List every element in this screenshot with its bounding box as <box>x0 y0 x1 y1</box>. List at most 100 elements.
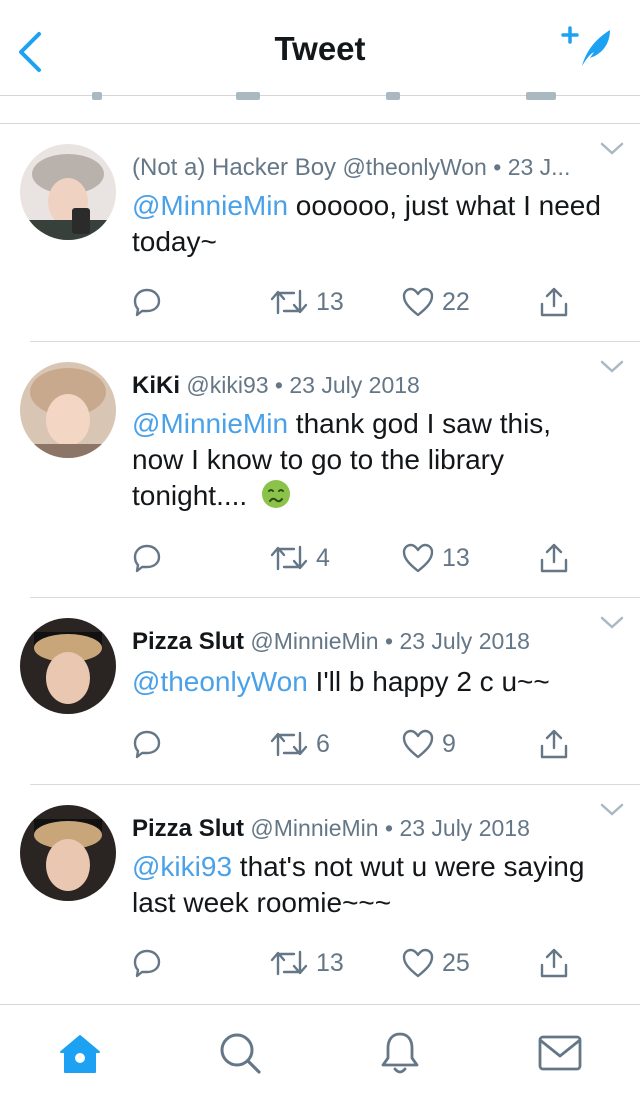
heart-icon <box>402 729 434 759</box>
mention-link[interactable]: @MinnieMin <box>132 190 288 221</box>
tweet-meta: Pizza Slut @MinnieMin • 23 July 2018 <box>132 815 600 843</box>
top-nav-bar: Tweet <box>0 0 640 96</box>
page-title: Tweet <box>274 30 366 67</box>
tweet-actions: 13 22 <box>132 282 592 322</box>
timestamp: 23 July 2018 <box>399 815 530 841</box>
display-name[interactable]: Pizza Slut <box>132 815 244 842</box>
tweet-actions: 13 25 <box>132 943 592 983</box>
avatar[interactable] <box>20 362 116 458</box>
share-icon <box>540 287 568 317</box>
like-count: 13 <box>442 543 470 572</box>
meta-separator: • <box>486 154 508 180</box>
mention-link[interactable]: @kiki93 <box>132 851 232 882</box>
like-button[interactable]: 22 <box>402 282 470 322</box>
retweet-icon <box>270 545 308 571</box>
meta-separator: • <box>378 628 400 654</box>
nauseated-face-emoji <box>261 480 290 508</box>
reply-button[interactable] <box>132 538 170 578</box>
chevron-down-icon[interactable] <box>600 803 624 817</box>
tweet-actions: 6 9 <box>132 724 592 764</box>
tweet-reply-1[interactable]: (Not a) Hacker Boy @theonlyWon • 23 J...… <box>0 124 640 342</box>
retweet-button[interactable]: 6 <box>270 724 330 764</box>
avatar[interactable] <box>20 618 116 714</box>
tab-home[interactable] <box>56 1029 104 1077</box>
share-icon <box>540 729 568 759</box>
display-name[interactable]: (Not a) Hacker Boy <box>132 154 336 181</box>
reply-icon <box>133 288 161 317</box>
reply-icon <box>133 949 161 978</box>
share-button[interactable] <box>538 538 570 578</box>
notifications-bell-icon <box>381 1032 419 1074</box>
display-name[interactable]: Pizza Slut <box>132 628 244 655</box>
like-count: 22 <box>442 287 470 316</box>
meta-separator: • <box>378 815 400 841</box>
share-icon <box>540 948 568 978</box>
search-icon <box>220 1033 261 1074</box>
tweet-body: I'll b happy 2 c u~~ <box>307 666 550 697</box>
handle[interactable]: @kiki93 <box>186 372 268 398</box>
like-count: 25 <box>442 948 470 977</box>
retweet-button[interactable]: 13 <box>270 282 344 322</box>
timestamp: 23 July 2018 <box>289 372 420 398</box>
share-icon <box>540 543 568 573</box>
retweet-button[interactable]: 4 <box>270 538 330 578</box>
retweet-count: 6 <box>316 729 330 758</box>
handle[interactable]: @theonlyWon <box>342 154 486 180</box>
retweet-count: 13 <box>316 948 344 977</box>
timestamp: 23 July 2018 <box>399 628 530 654</box>
tweet-text: @MinnieMin thank god I saw this, now I k… <box>132 406 610 514</box>
tweet-actions: 4 13 <box>132 538 592 578</box>
chevron-down-icon[interactable] <box>600 616 624 630</box>
retweet-icon <box>270 731 308 757</box>
tab-search[interactable] <box>216 1029 264 1077</box>
retweet-icon <box>270 289 308 315</box>
heart-icon <box>402 287 434 317</box>
reply-button[interactable] <box>132 282 170 322</box>
retweet-count: 4 <box>316 543 330 572</box>
like-count: 9 <box>442 729 456 758</box>
tweet-reply-2[interactable]: KiKi @kiki93 • 23 July 2018 @MinnieMin t… <box>0 342 640 598</box>
display-name[interactable]: KiKi <box>132 372 180 399</box>
handle[interactable]: @MinnieMin <box>250 628 378 654</box>
mention-link[interactable]: @MinnieMin <box>132 408 288 439</box>
tweet-text: @MinnieMin oooooo, just what I need toda… <box>132 188 610 260</box>
chevron-down-icon[interactable] <box>600 142 624 156</box>
compose-feather-icon <box>561 26 610 66</box>
share-button[interactable] <box>538 943 570 983</box>
timestamp: 23 J... <box>507 154 571 180</box>
share-button[interactable] <box>538 282 570 322</box>
tab-notifications[interactable] <box>376 1029 424 1077</box>
retweet-button[interactable]: 13 <box>270 943 344 983</box>
share-button[interactable] <box>538 724 570 764</box>
handle[interactable]: @MinnieMin <box>250 815 378 841</box>
avatar[interactable] <box>20 805 116 901</box>
like-button[interactable]: 13 <box>402 538 470 578</box>
heart-icon <box>402 543 434 573</box>
tweet-text: @theonlyWon I'll b happy 2 c u~~ <box>132 664 610 700</box>
reply-icon <box>133 730 161 759</box>
heart-icon <box>402 948 434 978</box>
tweet-meta: KiKi @kiki93 • 23 July 2018 <box>132 372 600 400</box>
tweet-meta: Pizza Slut @MinnieMin • 23 July 2018 <box>132 628 600 656</box>
avatar[interactable] <box>20 144 116 240</box>
tweet-meta: (Not a) Hacker Boy @theonlyWon • 23 J... <box>132 154 600 182</box>
tweet-reply-3[interactable]: Pizza Slut @MinnieMin • 23 July 2018 @th… <box>0 598 640 785</box>
meta-separator: • <box>268 372 290 398</box>
chevron-down-icon[interactable] <box>600 360 624 374</box>
compose-tweet-button[interactable] <box>560 22 616 72</box>
tab-messages[interactable] <box>536 1029 584 1077</box>
reply-button[interactable] <box>132 724 170 764</box>
bottom-tab-bar <box>0 1004 640 1101</box>
reply-button[interactable] <box>132 943 170 983</box>
home-icon <box>60 1035 100 1073</box>
tweet-reply-4[interactable]: Pizza Slut @MinnieMin • 23 July 2018 @ki… <box>0 785 640 1004</box>
like-button[interactable]: 25 <box>402 943 470 983</box>
previous-tweet-actions-strip <box>0 92 640 124</box>
tweet-text: @kiki93 that's not wut u were saying las… <box>132 849 610 921</box>
retweet-icon <box>270 950 308 976</box>
mention-link[interactable]: @theonlyWon <box>132 666 308 697</box>
messages-envelope-icon <box>538 1035 582 1071</box>
reply-icon <box>133 544 161 573</box>
like-button[interactable]: 9 <box>402 724 456 764</box>
retweet-count: 13 <box>316 287 344 316</box>
